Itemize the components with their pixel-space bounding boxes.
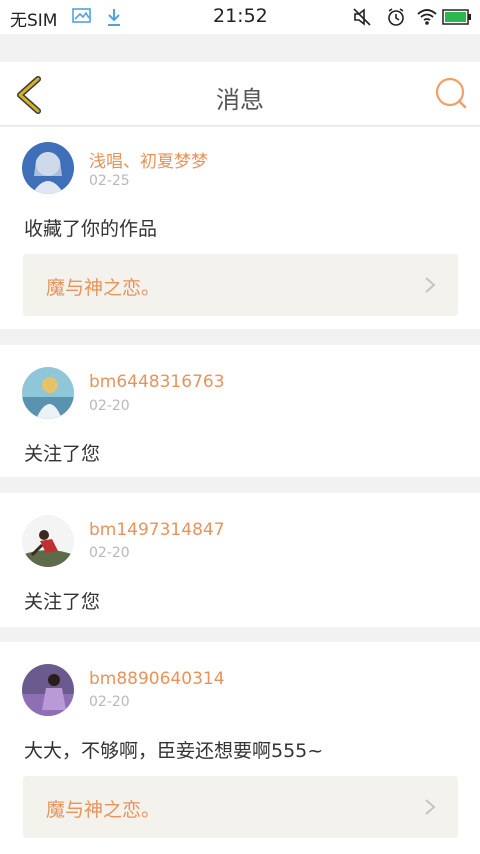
page-title: 消息: [216, 86, 264, 114]
username[interactable]: bm1497314847: [89, 520, 225, 540]
message-card[interactable]: bm8890640314 02-20 大大，不够啊，臣妾还想要啊555~ 魔与神…: [0, 642, 480, 854]
message-date: 02-20: [89, 545, 130, 561]
username[interactable]: 浅唱、初夏梦梦: [89, 147, 208, 172]
message-text: 关注了您: [24, 443, 101, 465]
clock-time: 21:52: [213, 5, 268, 27]
work-title: 魔与神之恋。: [46, 277, 161, 299]
carrier-label: 无SIM: [10, 11, 58, 31]
status-bar: 无SIM 21:52: [0, 0, 480, 34]
message-card[interactable]: bm6448316763 02-20 关注了您: [0, 345, 480, 477]
wifi-icon: [416, 7, 438, 31]
message-text: 关注了您: [24, 591, 101, 613]
username[interactable]: bm6448316763: [89, 372, 225, 392]
battery-icon: [442, 9, 472, 29]
message-card[interactable]: 浅唱、初夏梦梦 02-25 收藏了你的作品 魔与神之恋。: [0, 127, 480, 329]
avatar[interactable]: [22, 664, 74, 716]
work-link[interactable]: 魔与神之恋。: [23, 776, 458, 838]
work-link[interactable]: 魔与神之恋。: [23, 254, 458, 316]
work-title: 魔与神之恋。: [46, 799, 161, 821]
status-spacer: [0, 34, 480, 62]
message-text: 收藏了你的作品: [24, 218, 158, 240]
avatar[interactable]: [22, 367, 74, 419]
alarm-icon: [386, 7, 406, 31]
message-card[interactable]: bm1497314847 02-20 关注了您: [0, 493, 480, 627]
message-date: 02-20: [89, 398, 130, 414]
message-text: 大大，不够啊，臣妾还想要啊555~: [24, 740, 324, 762]
chevron-right-icon: [424, 276, 436, 294]
message-date: 02-25: [89, 173, 130, 189]
search-icon[interactable]: [434, 76, 468, 110]
username[interactable]: bm8890640314: [89, 669, 225, 689]
chevron-right-icon: [424, 798, 436, 816]
top-nav-bar: 消息: [0, 62, 480, 126]
image-icon: [72, 7, 92, 29]
message-date: 02-20: [89, 694, 130, 710]
download-icon: [104, 7, 124, 31]
mute-icon: [352, 7, 372, 31]
avatar[interactable]: [22, 142, 74, 194]
avatar[interactable]: [22, 515, 74, 567]
